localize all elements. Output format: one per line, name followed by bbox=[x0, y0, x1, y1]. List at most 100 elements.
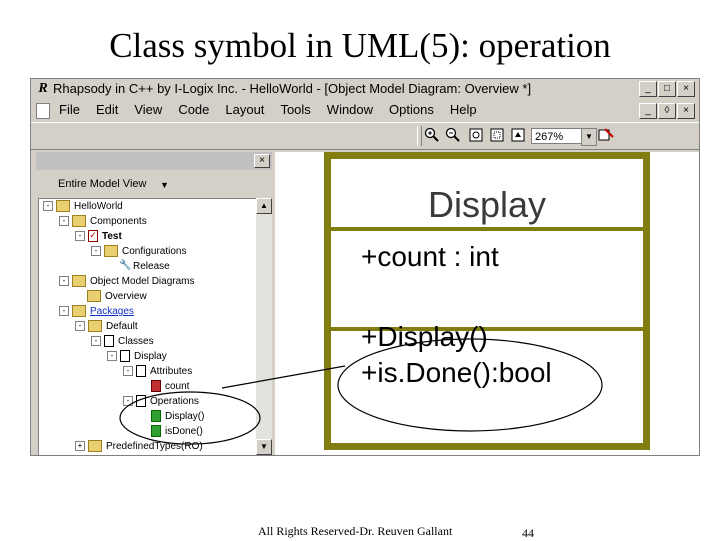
tree-node-object-model-diagrams[interactable]: - Object Model Diagrams bbox=[59, 274, 194, 289]
package-icon bbox=[88, 320, 102, 333]
tree-node-helloworld[interactable]: - HelloWorld bbox=[43, 199, 123, 214]
browser-view-selector[interactable]: Entire Model View bbox=[58, 178, 146, 190]
tree-label: Object Model Diagrams bbox=[90, 276, 195, 287]
maximize-button[interactable]: □ bbox=[658, 81, 676, 97]
tree-label: Components bbox=[90, 216, 147, 227]
tree-node-default[interactable]: - Default bbox=[75, 319, 138, 334]
folder-icon bbox=[72, 305, 86, 318]
operation-display[interactable]: +Display() bbox=[361, 321, 488, 353]
collapse-icon[interactable]: - bbox=[43, 201, 53, 212]
menu-edit[interactable]: Edit bbox=[96, 100, 118, 120]
tree-scrollbar[interactable]: ▲ ▼ bbox=[256, 198, 272, 455]
tree-label: Operations bbox=[150, 396, 199, 407]
component-icon: ✓ bbox=[88, 230, 98, 243]
tree-node-display[interactable]: - Display bbox=[107, 349, 167, 364]
tree-label: Overview bbox=[105, 291, 147, 302]
tree-node-overview[interactable]: Overview bbox=[87, 289, 147, 304]
folder-icon bbox=[88, 440, 102, 453]
pan-icon[interactable] bbox=[509, 127, 527, 145]
toolbar-handle[interactable] bbox=[417, 126, 422, 146]
minimize-button[interactable]: _ bbox=[639, 81, 657, 97]
tree-label: Test bbox=[102, 231, 122, 242]
window-title: Rhapsody in C++ by I-Logix Inc. - HelloW… bbox=[53, 81, 532, 96]
operation-icon bbox=[151, 410, 161, 423]
operation-isdone[interactable]: +is.Done():bool bbox=[361, 357, 552, 389]
menu-file[interactable]: File bbox=[59, 100, 80, 120]
tree-node-isdone-op[interactable]: isDone() bbox=[151, 424, 203, 439]
wrench-icon: 🔧 bbox=[119, 260, 132, 272]
zoom-combobox[interactable]: 267% bbox=[531, 128, 583, 144]
menu-help[interactable]: Help bbox=[450, 100, 477, 120]
collapse-icon[interactable]: - bbox=[107, 351, 117, 362]
class-name: Display bbox=[331, 159, 643, 231]
tree-node-attributes[interactable]: - Attributes bbox=[123, 364, 192, 379]
tree-node-classes[interactable]: - Classes bbox=[91, 334, 154, 349]
chevron-down-icon[interactable]: ▼ bbox=[160, 180, 169, 190]
uml-class-box[interactable]: Display +count : int +Display() +is.Done… bbox=[324, 152, 650, 450]
collapse-icon[interactable]: - bbox=[91, 336, 101, 347]
tree-node-packages[interactable]: - Packages bbox=[59, 304, 134, 319]
menu-window[interactable]: Window bbox=[327, 100, 373, 120]
diagram-options-icon[interactable] bbox=[597, 127, 615, 145]
scroll-up-icon[interactable]: ▲ bbox=[256, 198, 272, 214]
collapse-icon[interactable]: - bbox=[123, 396, 133, 407]
browser-header: × bbox=[36, 152, 272, 170]
zoom-out-icon[interactable] bbox=[444, 127, 462, 145]
menu-code[interactable]: Code bbox=[178, 100, 209, 120]
operation-icon bbox=[151, 425, 161, 438]
collapse-icon[interactable]: - bbox=[75, 321, 85, 332]
menu-view[interactable]: View bbox=[134, 100, 162, 120]
footer-copyright: All Rights Reserved-Dr. Reuven Gallant bbox=[258, 524, 453, 538]
collapse-icon[interactable]: - bbox=[59, 216, 69, 227]
doc-restore-button[interactable]: ◊ bbox=[658, 103, 676, 119]
window-titlebar[interactable]: R Rhapsody in C++ by I-Logix Inc. - Hell… bbox=[31, 79, 699, 99]
tree-node-count[interactable]: count bbox=[151, 379, 189, 394]
tree-label: Default bbox=[106, 321, 138, 332]
document-icon[interactable] bbox=[36, 103, 50, 119]
doc-minimize-button[interactable]: _ bbox=[639, 103, 657, 119]
folder-icon bbox=[72, 215, 86, 228]
collapse-icon[interactable]: - bbox=[75, 231, 85, 242]
model-tree: - HelloWorld - Components - ✓ Test - Configur… bbox=[38, 198, 258, 455]
menu-options[interactable]: Options bbox=[389, 100, 434, 120]
zoom-in-icon[interactable] bbox=[423, 127, 441, 145]
tree-label: Release bbox=[133, 261, 170, 272]
operations-compartment: +Display() +is.Done():bool bbox=[331, 321, 643, 443]
tree-node-components[interactable]: - Components bbox=[59, 214, 147, 229]
zoom-region-icon[interactable] bbox=[488, 127, 506, 145]
rhapsody-window: R Rhapsody in C++ by I-Logix Inc. - Hell… bbox=[30, 78, 700, 456]
attributes-icon bbox=[136, 365, 146, 378]
chevron-down-icon[interactable]: ▼ bbox=[581, 128, 597, 146]
page-number: 44 bbox=[522, 526, 534, 540]
rhapsody-app-icon: R bbox=[38, 81, 48, 96]
tree-label: Packages bbox=[90, 306, 134, 317]
slide-title: Class symbol in UML(5): operation bbox=[109, 26, 611, 65]
menu-layout[interactable]: Layout bbox=[225, 100, 264, 120]
tree-node-configurations[interactable]: - Configurations bbox=[91, 244, 186, 259]
tree-label: Configurations bbox=[122, 246, 187, 257]
folder-icon bbox=[56, 200, 70, 213]
doc-close-button[interactable]: × bbox=[677, 103, 695, 119]
tree-label: Display bbox=[134, 351, 167, 362]
tree-node-display-op[interactable]: Display() bbox=[151, 409, 204, 424]
attribute-count[interactable]: +count : int bbox=[361, 241, 499, 273]
collapse-icon[interactable]: - bbox=[91, 246, 101, 257]
collapse-icon[interactable]: - bbox=[59, 306, 69, 317]
tree-node-release[interactable]: 🔧 Release bbox=[119, 259, 170, 274]
folder-icon bbox=[104, 245, 118, 258]
tree-node-predefined-types[interactable]: + PredefinedTypes(RO) bbox=[75, 439, 203, 454]
collapse-icon[interactable]: - bbox=[123, 366, 133, 377]
collapse-icon[interactable]: - bbox=[59, 276, 69, 287]
diagram-canvas[interactable]: Display +count : int +Display() +is.Done… bbox=[275, 152, 699, 455]
browser-close-button[interactable]: × bbox=[254, 154, 270, 168]
menu-tools[interactable]: Tools bbox=[280, 100, 310, 120]
operations-icon bbox=[136, 395, 146, 408]
tree-node-test[interactable]: - ✓ Test bbox=[75, 229, 122, 244]
expand-icon[interactable]: + bbox=[75, 441, 85, 452]
tree-label: count bbox=[165, 381, 190, 392]
tree-node-operations[interactable]: - Operations bbox=[123, 394, 199, 409]
close-button[interactable]: × bbox=[677, 81, 695, 97]
zoom-to-fit-icon[interactable] bbox=[467, 127, 485, 145]
scroll-down-icon[interactable]: ▼ bbox=[256, 439, 272, 455]
tree-label: Attributes bbox=[150, 366, 193, 377]
